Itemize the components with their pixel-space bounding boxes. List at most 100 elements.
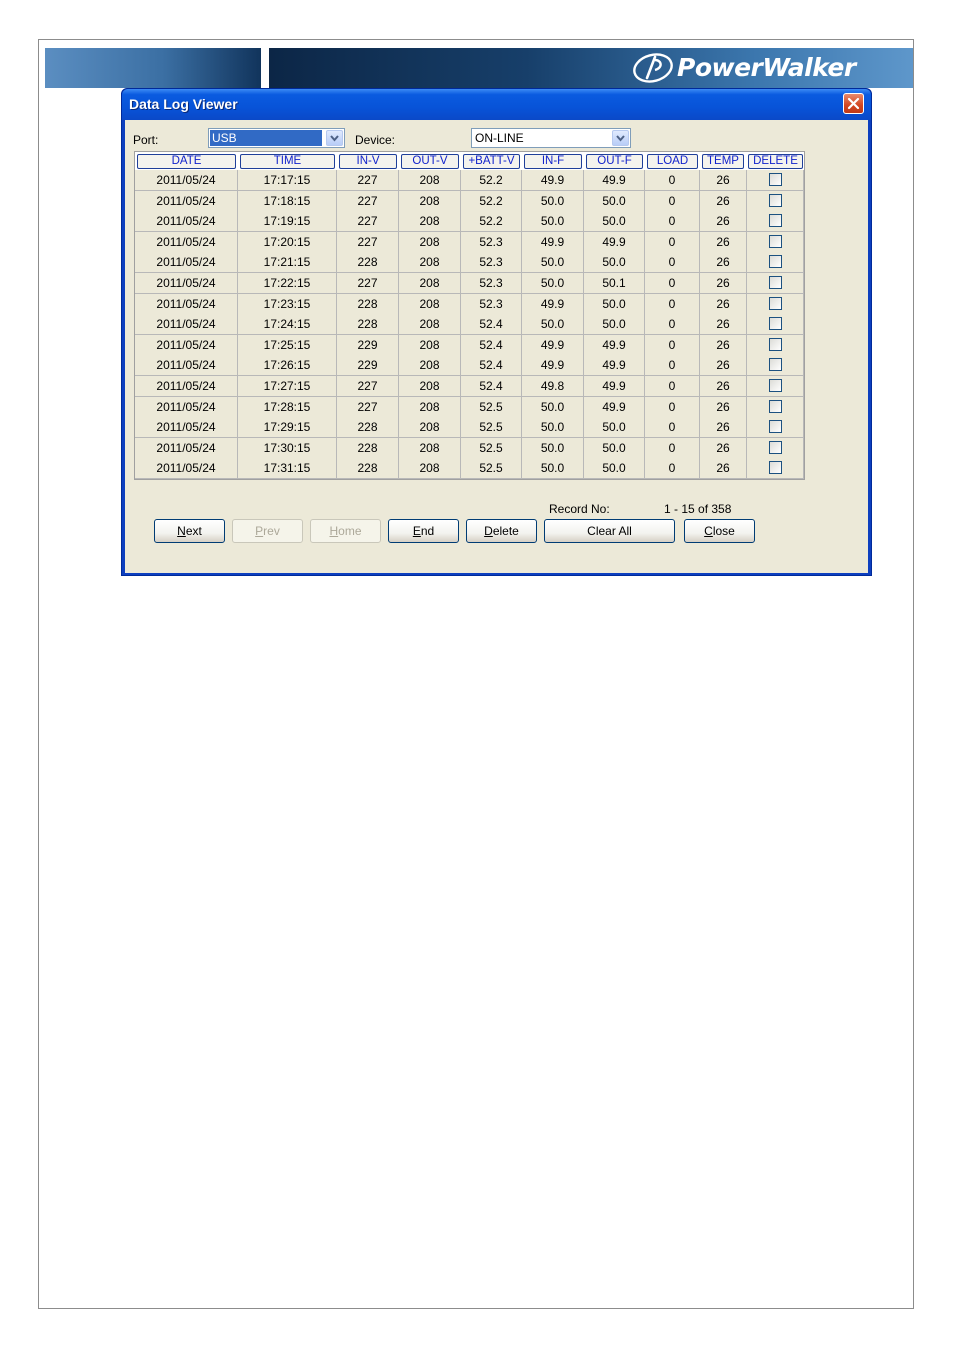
cell-out-f: 49.9 [584, 376, 645, 397]
cell-out-v: 208 [399, 314, 461, 336]
cell-in-v: 227 [337, 396, 399, 418]
delete-checkbox[interactable] [769, 234, 782, 248]
delete-checkbox[interactable] [769, 193, 782, 207]
table-row[interactable]: 2011/05/24 17:28:15 227 208 52.5 50.0 49.9 0 26 [135, 396, 804, 418]
cell-date: 2011/05/24 [135, 170, 238, 191]
title-bar[interactable]: Data Log Viewer [122, 89, 871, 120]
cell-temp: 26 [700, 417, 747, 439]
delete-cell [747, 376, 804, 397]
delete-cell [747, 355, 804, 377]
delete-cell [747, 314, 804, 336]
column-header-temp[interactable]: TEMP [702, 154, 744, 169]
cell-in-f: 49.9 [522, 170, 584, 191]
cell-load: 0 [645, 273, 700, 294]
cell-batt-v: 52.5 [461, 417, 522, 439]
cell-out-v: 208 [399, 376, 461, 397]
cell-batt-v: 52.4 [461, 355, 522, 377]
cell-batt-v: 52.4 [461, 314, 522, 336]
delete-checkbox[interactable] [769, 461, 782, 475]
cell-date: 2011/05/24 [135, 273, 238, 294]
cell-out-v: 208 [399, 231, 461, 253]
delete-checkbox[interactable] [769, 379, 782, 392]
table-row[interactable]: 2011/05/24 17:20:15 227 208 52.3 49.9 49.9 0 26 [135, 231, 804, 253]
powerwalker-logo-icon [633, 53, 673, 83]
delete-checkbox[interactable] [769, 255, 782, 269]
delete-cell [747, 252, 804, 274]
cell-time: 17:19:15 [238, 211, 337, 233]
delete-checkbox[interactable] [769, 317, 782, 331]
table-row[interactable]: 2011/05/24 17:27:15 227 208 52.4 49.8 49.9 0 26 [135, 376, 804, 397]
table-row[interactable]: 2011/05/24 17:29:15 228 208 52.5 50.0 50.0 0 26 [135, 417, 804, 439]
cell-temp: 26 [700, 293, 747, 315]
table-row[interactable]: 2011/05/24 17:23:15 228 208 52.3 49.9 50.0 0 26 [135, 293, 804, 315]
cell-temp: 26 [700, 437, 747, 459]
cell-in-v: 229 [337, 355, 399, 377]
column-header-time[interactable]: TIME [240, 154, 335, 169]
delete-checkbox[interactable] [769, 276, 782, 289]
window-close-button[interactable] [843, 93, 864, 114]
table-row[interactable]: 2011/05/24 17:19:15 227 208 52.2 50.0 50.0 0 26 [135, 211, 804, 233]
cell-temp: 26 [700, 376, 747, 397]
close-button[interactable]: Close [684, 519, 755, 543]
brand-banner: PowerWalker [45, 48, 913, 88]
column-header-in-v[interactable]: IN-V [339, 154, 397, 169]
clear-all-button[interactable]: Clear All [544, 519, 675, 543]
cell-out-f: 50.1 [584, 273, 645, 294]
banner-divider [261, 70, 269, 88]
delete-checkbox[interactable] [769, 399, 782, 413]
delete-cell [747, 458, 804, 480]
home-button[interactable]: Home [310, 519, 381, 543]
cell-temp: 26 [700, 355, 747, 377]
cell-date: 2011/05/24 [135, 252, 238, 274]
delete-checkbox[interactable] [769, 214, 782, 228]
delete-checkbox[interactable] [769, 173, 782, 186]
device-select[interactable]: ON-LINE [471, 128, 631, 148]
table-row[interactable]: 2011/05/24 17:21:15 228 208 52.3 50.0 50.0 0 26 [135, 252, 804, 274]
cell-out-v: 208 [399, 252, 461, 274]
next-button[interactable]: Next [154, 519, 225, 543]
chevron-down-icon [616, 135, 625, 142]
delete-cell [747, 293, 804, 315]
cell-load: 0 [645, 417, 700, 439]
delete-checkbox[interactable] [769, 296, 782, 310]
table-row[interactable]: 2011/05/24 17:22:15 227 208 52.3 50.0 50.1 0 26 [135, 273, 804, 294]
cell-batt-v: 52.4 [461, 376, 522, 397]
table-row[interactable]: 2011/05/24 17:18:15 227 208 52.2 50.0 50.0 0 26 [135, 190, 804, 212]
cell-batt-v: 52.2 [461, 211, 522, 233]
cell-out-v: 208 [399, 273, 461, 294]
table-row[interactable]: 2011/05/24 17:31:15 228 208 52.5 50.0 50.0 0 26 [135, 458, 804, 480]
table-row[interactable]: 2011/05/24 17:26:15 229 208 52.4 49.9 49.9 0 26 [135, 355, 804, 377]
delete-checkbox[interactable] [769, 440, 782, 454]
delete-button[interactable]: Delete [466, 519, 537, 543]
table-row[interactable]: 2011/05/24 17:25:15 229 208 52.4 49.9 49.9 0 26 [135, 334, 804, 356]
delete-checkbox[interactable] [769, 358, 782, 372]
column-header-out-f[interactable]: OUT-F [586, 154, 643, 169]
port-dropdown-button[interactable] [326, 130, 343, 146]
data-log-table: DATE TIME IN-V OUT-V +BATT-V IN-F OUT-F LOAD TEM… [134, 151, 805, 480]
column-header-out-v[interactable]: OUT-V [401, 154, 459, 169]
port-select[interactable]: USB [208, 128, 345, 148]
cell-date: 2011/05/24 [135, 376, 238, 397]
delete-checkbox[interactable] [769, 420, 782, 434]
table-row[interactable]: 2011/05/24 17:24:15 228 208 52.4 50.0 50.0 0 26 [135, 314, 804, 336]
window-title: Data Log Viewer [129, 96, 238, 112]
column-header-load[interactable]: LOAD [647, 154, 698, 169]
delete-checkbox[interactable] [769, 337, 782, 351]
prev-button[interactable]: Prev [232, 519, 303, 543]
cell-date: 2011/05/24 [135, 334, 238, 356]
cell-batt-v: 52.4 [461, 334, 522, 356]
column-header-batt-v[interactable]: +BATT-V [463, 154, 520, 169]
end-button[interactable]: End [388, 519, 459, 543]
column-header-in-f[interactable]: IN-F [524, 154, 582, 169]
column-header-date[interactable]: DATE [137, 154, 236, 169]
cell-batt-v: 52.3 [461, 273, 522, 294]
table-row[interactable]: 2011/05/24 17:17:15 227 208 52.2 49.9 49.9 0 26 [135, 170, 804, 191]
cell-in-v: 228 [337, 437, 399, 459]
table-row[interactable]: 2011/05/24 17:30:15 228 208 52.5 50.0 50.0 0 26 [135, 437, 804, 459]
cell-temp: 26 [700, 252, 747, 274]
device-dropdown-button[interactable] [612, 130, 629, 146]
cell-in-f: 49.9 [522, 231, 584, 253]
cell-temp: 26 [700, 190, 747, 212]
cell-out-v: 208 [399, 396, 461, 418]
column-header-delete[interactable]: DELETE [748, 154, 803, 169]
